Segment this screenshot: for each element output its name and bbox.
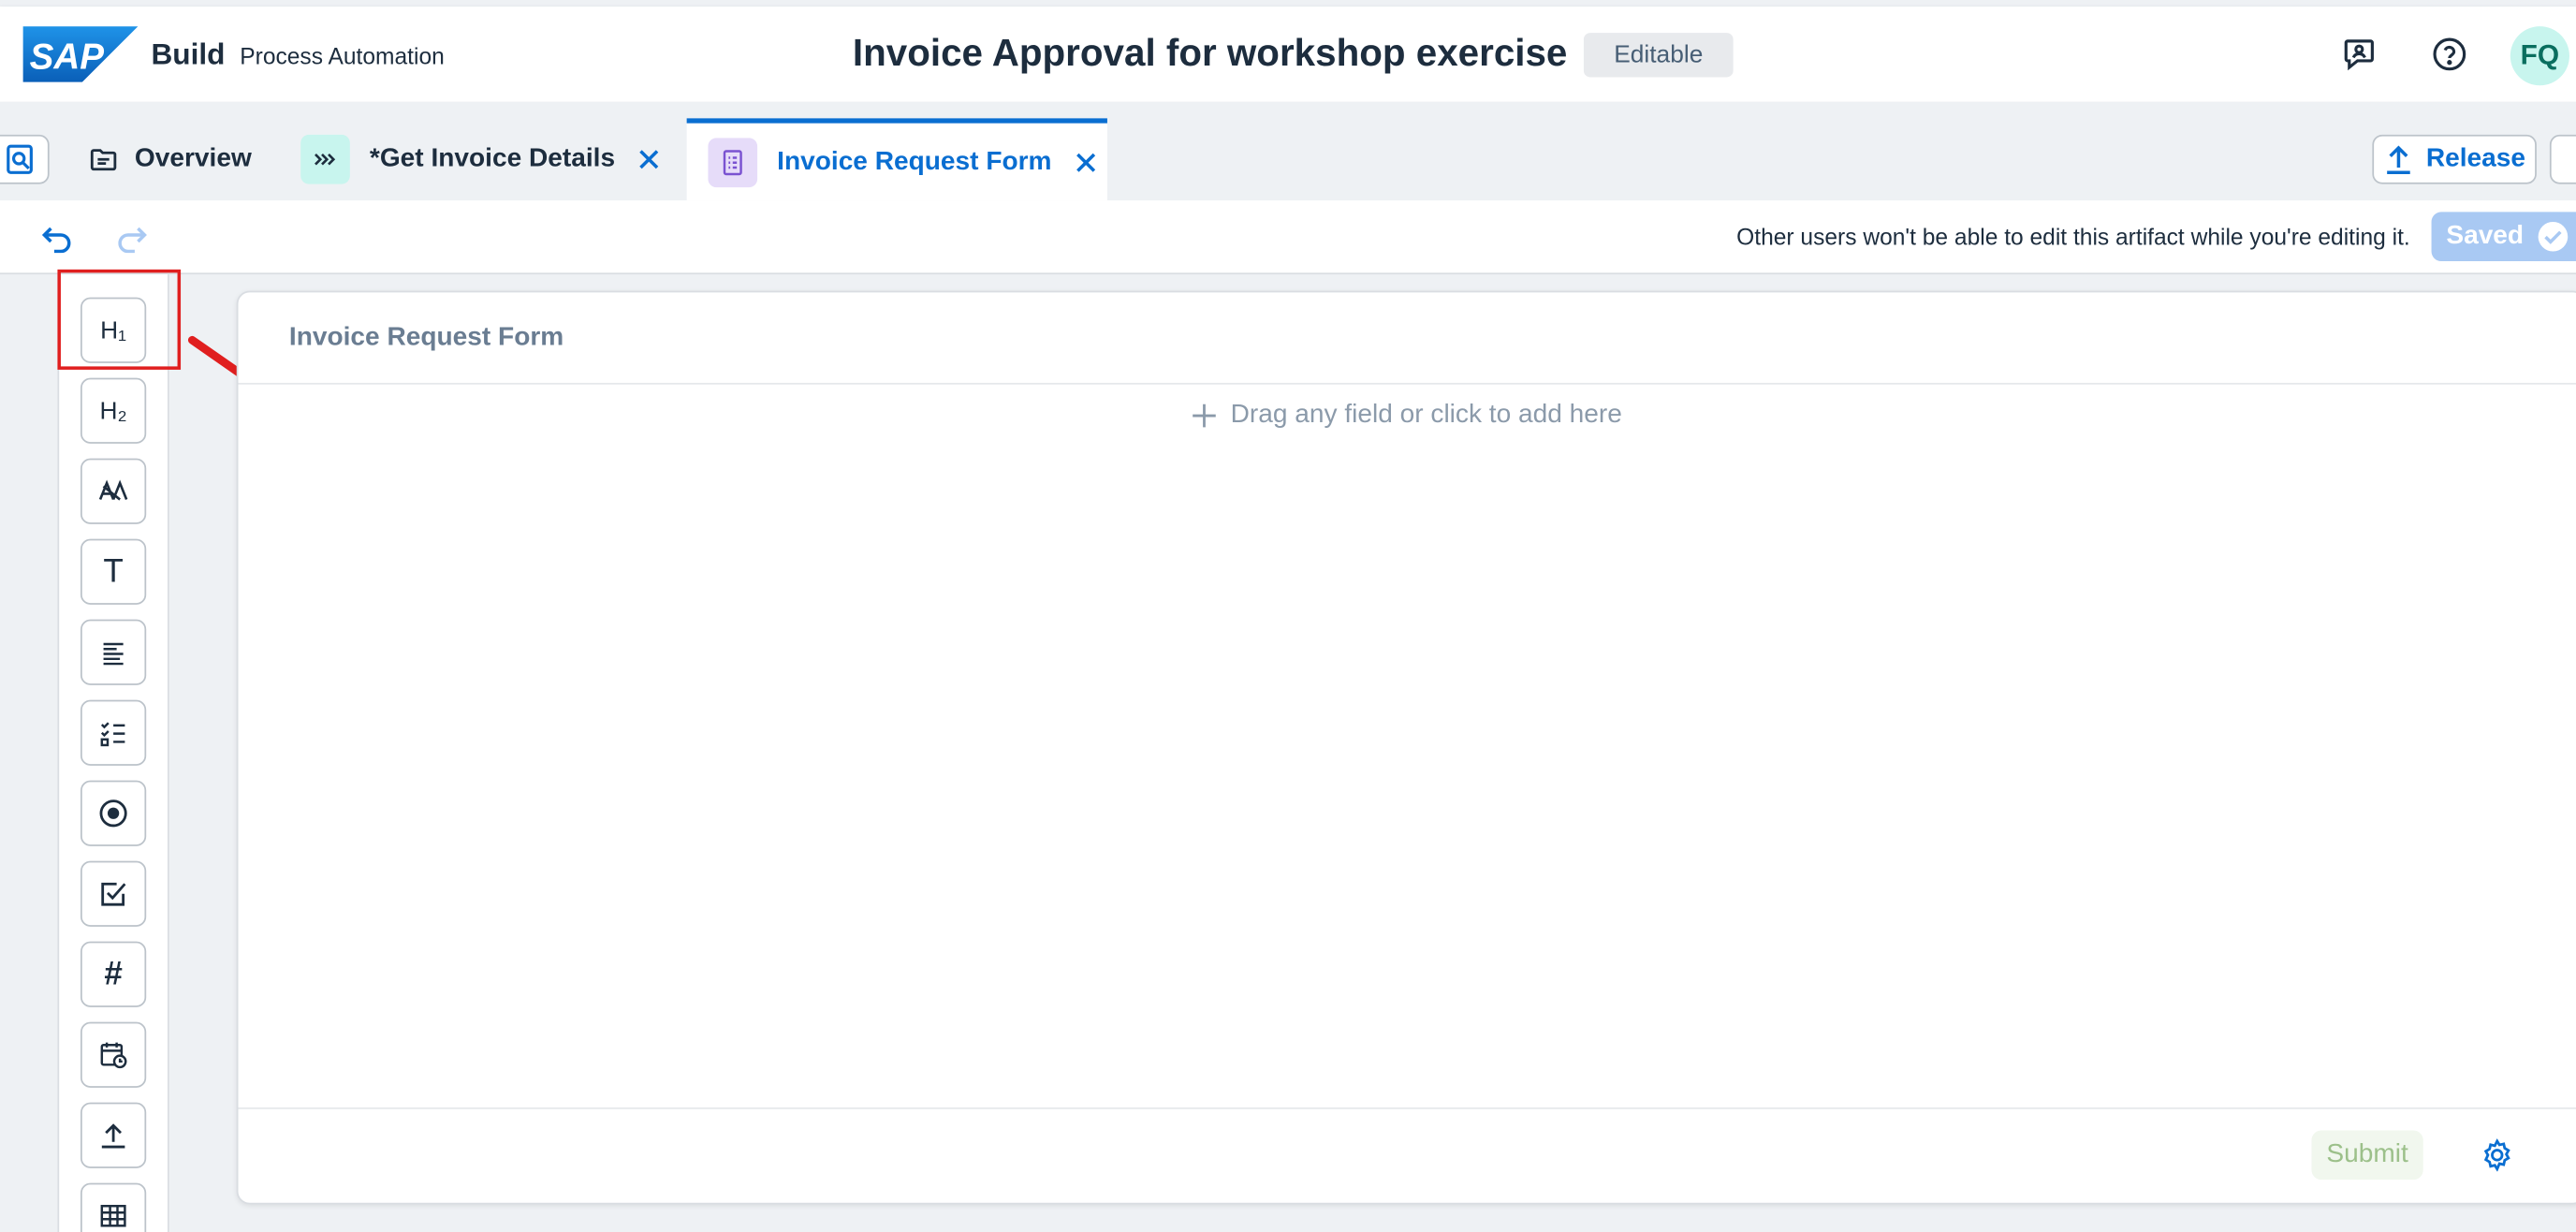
check-circle-icon xyxy=(2538,221,2569,252)
submit-label: Submit xyxy=(2326,1140,2408,1168)
text-field-button[interactable]: T xyxy=(80,538,147,605)
overview-icon xyxy=(89,144,119,174)
shell-header: SAP Build Process Automation Invoice App… xyxy=(0,7,2576,102)
tab-overview[interactable]: Overview xyxy=(89,118,252,200)
help-icon[interactable] xyxy=(2426,31,2472,77)
date-button[interactable] xyxy=(80,1021,147,1088)
tab-bar: Overview *Get Invoice Details Invoice Re… xyxy=(0,101,2576,201)
tab-label: *Get Invoice Details xyxy=(369,144,616,173)
feedback-icon[interactable] xyxy=(2336,31,2382,77)
editor-toolbar: Other users won't be able to edit this a… xyxy=(0,200,2576,275)
dropzone-text: Drag any field or click to add here xyxy=(1230,401,1622,430)
text-field-icon: T xyxy=(103,552,124,590)
divider xyxy=(238,1107,2576,1109)
highlight-box xyxy=(57,269,182,370)
paragraph-icon xyxy=(98,479,128,501)
tab-invoice-request-form[interactable]: Invoice Request Form xyxy=(686,118,1107,201)
radio-button[interactable] xyxy=(80,780,147,846)
form-canvas: Invoice Request Form Drag any field or c… xyxy=(236,290,2576,1205)
tab-label: Overview xyxy=(134,144,252,173)
checkbox-icon xyxy=(101,882,126,906)
gear-icon[interactable] xyxy=(2479,1137,2515,1174)
more-actions-button[interactable] xyxy=(2549,134,2576,184)
page-title: Invoice Approval for workshop exercise xyxy=(852,31,1568,74)
table-button[interactable] xyxy=(80,1182,147,1232)
checklist-icon xyxy=(100,722,125,747)
checklist-button[interactable] xyxy=(80,699,147,766)
add-icon xyxy=(1193,403,1216,428)
tab-get-invoice-details[interactable]: *Get Invoice Details xyxy=(300,118,661,200)
brand-product: Process Automation xyxy=(240,42,445,69)
form-title[interactable]: Invoice Request Form xyxy=(289,324,564,354)
heading2-button[interactable]: H₂ xyxy=(80,377,147,444)
brand-build: Build xyxy=(151,37,226,71)
saved-button[interactable]: Saved xyxy=(2431,212,2576,262)
tab-label: Invoice Request Form xyxy=(777,147,1052,175)
radio-icon xyxy=(99,799,127,828)
number-button[interactable]: # xyxy=(80,941,147,1007)
text-area-button[interactable] xyxy=(80,619,147,685)
table-icon xyxy=(100,1205,126,1227)
search-artifacts-button[interactable] xyxy=(0,134,50,184)
field-palette: H₁ H₂ T # xyxy=(57,274,169,1232)
divider xyxy=(238,382,2576,385)
release-button[interactable]: Release xyxy=(2372,134,2537,184)
heading2-icon: H₂ xyxy=(99,396,127,425)
undo-icon[interactable] xyxy=(39,220,76,257)
submit-button[interactable]: Submit xyxy=(2311,1130,2423,1181)
status-badge: Editable xyxy=(1583,33,1734,78)
upload-icon xyxy=(101,1123,125,1149)
release-label: Release xyxy=(2425,144,2526,173)
sap-logo-text: SAP xyxy=(30,37,105,78)
paragraph-button[interactable] xyxy=(80,458,147,524)
close-icon[interactable] xyxy=(1075,151,1098,174)
automation-icon xyxy=(300,134,350,184)
text-area-icon xyxy=(103,642,124,666)
lock-message: Other users won't be able to edit this a… xyxy=(1736,223,2410,250)
avatar[interactable]: FQ xyxy=(2510,26,2569,86)
close-icon[interactable] xyxy=(638,148,662,171)
saved-label: Saved xyxy=(2446,221,2525,250)
search-icon xyxy=(7,144,33,174)
checkbox-button[interactable] xyxy=(80,860,147,927)
sap-logo[interactable]: SAP xyxy=(22,26,139,82)
number-icon: # xyxy=(104,955,123,992)
form-icon xyxy=(708,137,758,187)
redo-icon[interactable] xyxy=(113,220,150,257)
calendar-icon xyxy=(100,1042,127,1069)
upload-icon xyxy=(2386,145,2410,175)
upload-button[interactable] xyxy=(80,1102,147,1168)
field-dropzone[interactable]: Drag any field or click to add here xyxy=(1191,401,1622,431)
